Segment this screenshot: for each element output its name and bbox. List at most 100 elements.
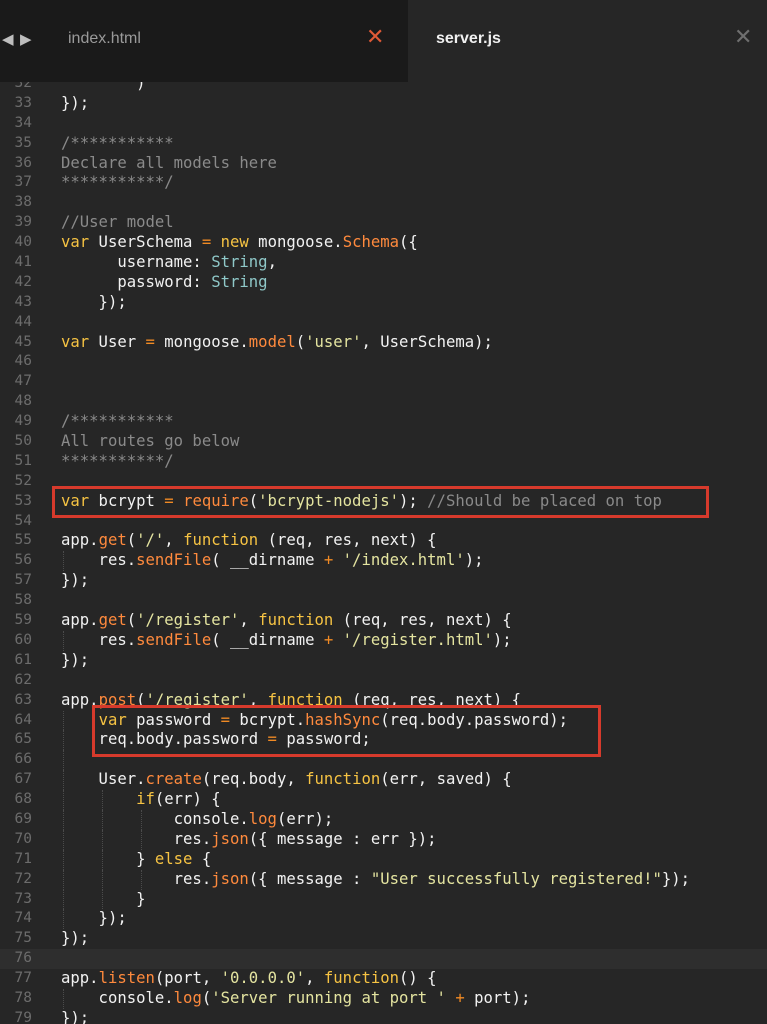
code-token: ) (61, 82, 146, 92)
code-token: ( (295, 332, 306, 351)
line-number: 67 (14, 771, 32, 788)
code-token: ({ message : err }); (248, 829, 437, 848)
line-source: req.body.password = password; (61, 730, 371, 750)
code-token: (err) { (154, 790, 221, 809)
code-token: else (154, 849, 193, 868)
code-token: /*********** (61, 412, 174, 431)
code-line-52: 52 (0, 472, 767, 492)
code-line-35: 35 /*********** (0, 134, 767, 154)
code-line-39: 39 //User model (0, 213, 767, 233)
code-token: Schema (342, 233, 400, 252)
code-token: listen (98, 969, 155, 988)
line-source: password: String (61, 272, 267, 293)
line-source: }); (61, 929, 89, 949)
line-source: app.get('/', function (req, res, next) { (61, 531, 437, 551)
tab-server-js[interactable]: server.js ✕ (408, 0, 767, 82)
line-source: ***********/ (61, 173, 174, 193)
code-token: function (183, 531, 259, 550)
code-line-68: 68 if(err) { (0, 790, 767, 810)
code-token: = (145, 332, 155, 351)
code-line-66: 66 (0, 750, 767, 771)
code-line-45: 45 var User = mongoose.model('user', User… (0, 333, 767, 353)
line-source: app.listen(port, '0.0.0.0', function() { (61, 969, 437, 989)
code-token: //User model (61, 213, 174, 232)
code-token: = (164, 491, 174, 510)
close-icon[interactable]: ✕ (366, 27, 384, 49)
back-arrow-icon[interactable]: ◀ (2, 30, 20, 48)
code-token: console. (61, 809, 249, 828)
code-token: new (220, 233, 249, 252)
code-token: sendFile (136, 630, 212, 649)
code-token: //Should be placed on top (427, 491, 662, 510)
line-number: 71 (14, 850, 32, 867)
code-token: res. (61, 551, 137, 570)
code-token: '/' (136, 531, 165, 550)
code-token: res. (61, 869, 212, 888)
code-token: (req.body.password); (380, 710, 568, 729)
code-line-72: 72 res.json({ message : "User successful… (0, 869, 767, 890)
code-token: + (455, 988, 465, 1007)
line-source: All routes go below (61, 432, 239, 452)
line-number: 49 (14, 413, 32, 430)
code-token: password (126, 710, 221, 729)
line-number: 78 (14, 989, 32, 1006)
code-line-64: 64 var password = bcrypt.hashSync(req.bo… (0, 710, 767, 731)
code-token: }); (61, 93, 90, 112)
code-token: ( (126, 611, 137, 630)
line-number: 44 (14, 313, 32, 330)
line-number: 60 (14, 631, 32, 648)
code-token: password: (61, 272, 212, 291)
line-number: 70 (14, 830, 32, 847)
code-token: ); (492, 630, 512, 649)
code-token: (req, res, next) { (258, 531, 437, 550)
line-number: 32 (14, 82, 32, 91)
code-token: var (61, 491, 90, 510)
code-token: function (267, 690, 343, 709)
code-line-38: 38 (0, 193, 767, 213)
code-token: ({ (399, 233, 418, 252)
code-token: }); (61, 909, 127, 928)
code-token: '0.0.0.0' (220, 969, 306, 988)
code-line-75: 75}); (0, 929, 767, 949)
code-line-65: 65 req.body.password = password; (0, 730, 767, 751)
close-icon[interactable]: ✕ (734, 27, 752, 49)
code-token: username: (61, 253, 212, 272)
line-number: 46 (14, 353, 32, 370)
code-line-70: 70 res.json({ message : err }); (0, 829, 767, 850)
code-token: User. (61, 770, 146, 789)
line-number: 43 (14, 293, 32, 310)
line-source: res.json({ message : "User successfully … (61, 870, 690, 890)
line-number: 56 (14, 552, 32, 569)
code-editor[interactable]: 32 ) 33}); 34 35/*********** 36 Declare all m… (0, 82, 767, 1024)
line-number: 55 (14, 532, 32, 549)
tab-index-html[interactable]: ◀ ▶ index.html ✕ (0, 0, 408, 82)
code-line-63: 63 app.post('/register', function (req, r… (0, 691, 767, 711)
line-number: 59 (14, 612, 32, 629)
code-token: String (211, 253, 268, 272)
forward-arrow-icon[interactable]: ▶ (20, 30, 38, 48)
code-token: app. (61, 611, 99, 630)
code-token: get (98, 531, 127, 550)
line-source: }); (61, 1009, 89, 1024)
code-token: log (248, 809, 277, 828)
line-number: 77 (14, 970, 32, 987)
code-token: ({ message : (248, 869, 371, 888)
tab-navigation: ◀ ▶ (2, 30, 38, 48)
code-token: '/register.html' (342, 630, 493, 649)
code-token: ***********/ (61, 173, 174, 192)
code-token: get (98, 611, 127, 630)
code-token: password; (276, 730, 371, 749)
code-line-42: 42 password: String (0, 273, 767, 293)
code-token: (req, res, next) { (342, 690, 522, 709)
line-number: 40 (14, 234, 32, 251)
line-number: 74 (14, 910, 32, 927)
tab-label: index.html (68, 30, 141, 47)
code-line-56: 56 res.sendFile( __dirname + '/index.htm… (0, 551, 767, 572)
line-source: /*********** (61, 134, 174, 154)
line-source: }); (61, 94, 89, 114)
code-token: function (258, 611, 334, 630)
code-token: res. (61, 630, 137, 649)
code-token: = (267, 730, 277, 749)
